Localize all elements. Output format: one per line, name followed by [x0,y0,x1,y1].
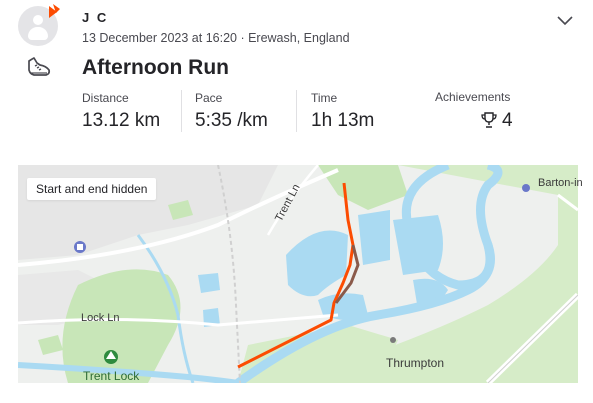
stat-divider [181,90,182,132]
distance-value: 13.12 km [82,110,161,131]
activity-date-location: 13 December 2023 at 16:20 · Erewash, Eng… [82,31,350,45]
subscriber-badge-icon [49,4,60,18]
pace-value: 5:35 /km [195,110,268,131]
activity-title[interactable]: Afternoon Run [82,56,229,80]
map-label-lock-ln: Lock Ln [81,312,120,324]
achievements-count[interactable]: 4 [502,110,513,132]
athlete-name[interactable]: J C [82,10,108,25]
map-label-trent-lock: Trent Lock [83,369,140,383]
map-label-barton: Barton-in [538,177,583,189]
running-shoe-icon [28,57,51,76]
time-label: Time [311,91,338,105]
pace-label: Pace [195,91,223,105]
trophy-icon [481,112,497,128]
chevron-down-icon[interactable] [556,15,574,27]
avatar-head-shape [33,15,43,25]
distance-label: Distance [82,91,129,105]
time-value: 1h 13m [311,110,375,131]
map-label-thrumpton: Thrumpton [386,356,445,370]
start-end-hidden-notice: Start and end hidden [27,178,157,200]
achievements-label: Achievements [435,90,511,104]
stat-divider [296,90,297,132]
avatar-body-shape [28,27,48,40]
